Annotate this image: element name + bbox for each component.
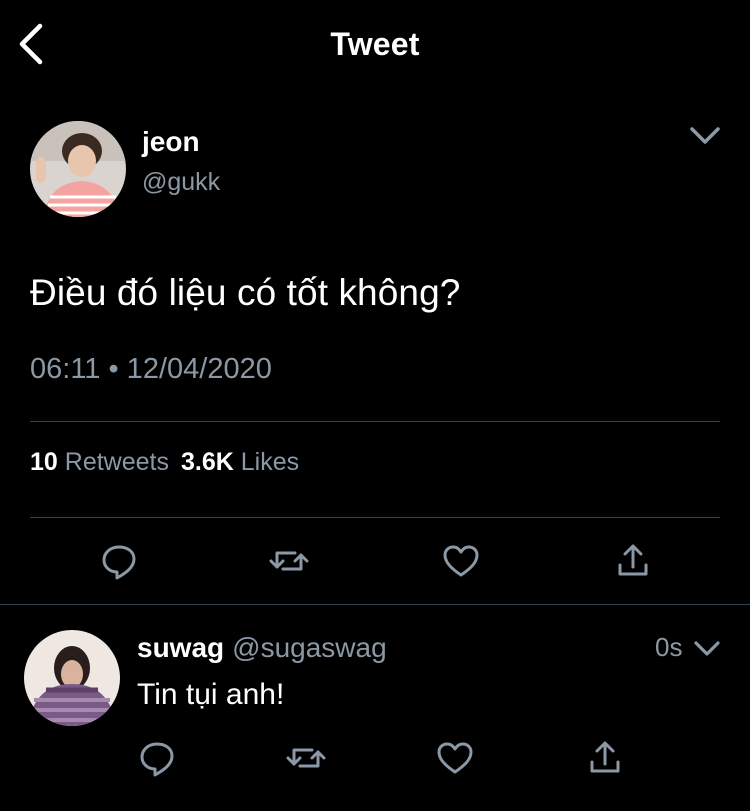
heart-icon <box>443 545 479 577</box>
reply-like-button[interactable] <box>433 736 477 780</box>
reply-share-button[interactable] <box>583 736 627 780</box>
header-bar: Tweet <box>0 0 750 90</box>
likes-label: Likes <box>240 448 300 476</box>
avatar-image <box>30 121 126 217</box>
share-icon <box>618 544 648 576</box>
share-button[interactable] <box>611 539 655 583</box>
retweet-icon <box>286 748 326 768</box>
reply-reply-button[interactable] <box>135 736 179 780</box>
divider <box>30 421 720 422</box>
share-icon <box>590 741 620 773</box>
reply-avatar[interactable] <box>24 630 120 726</box>
tweet-stats: 10 Retweets 3.6K Likes <box>30 448 299 477</box>
avatar[interactable] <box>30 121 126 217</box>
likes-stat[interactable]: 3.6K Likes <box>181 448 299 476</box>
retweet-icon <box>269 551 309 571</box>
reply-author-name: suwag <box>137 632 225 663</box>
reply-bubble-icon <box>102 545 136 580</box>
page-title: Tweet <box>330 26 420 62</box>
tweet-timestamp: 06:11 • 12/04/2020 <box>30 353 272 385</box>
reply-author-handle: @sugaswag <box>232 632 387 663</box>
tweet-detail-screen: Tweet jeon @gukk Điều đó liệu có tốt khô… <box>0 0 750 811</box>
retweet-button[interactable] <box>267 539 311 583</box>
reply-more-options-button[interactable] <box>692 637 722 661</box>
reply-text: Tin tụi anh! <box>137 678 285 711</box>
reply-author[interactable]: suwag @sugaswag <box>137 632 387 664</box>
more-options-button[interactable] <box>688 122 722 150</box>
retweets-stat[interactable]: 10 Retweets <box>30 448 169 476</box>
reply-button[interactable] <box>97 539 141 583</box>
retweets-count: 10 <box>30 448 58 476</box>
retweets-label: Retweets <box>64 448 169 476</box>
reply-retweet-button[interactable] <box>284 736 328 780</box>
avatar-image <box>24 630 120 726</box>
likes-count: 3.6K <box>180 448 234 476</box>
heart-icon <box>437 742 473 774</box>
reply-bubble-icon <box>140 742 174 777</box>
tweet-text: Điều đó liệu có tốt không? <box>30 272 461 313</box>
divider <box>30 517 720 518</box>
author-name[interactable]: jeon <box>142 126 200 158</box>
divider <box>0 604 750 605</box>
chevron-down-icon <box>690 127 720 144</box>
reply-timestamp: 0s <box>655 632 683 662</box>
author-handle[interactable]: @gukk <box>142 168 220 197</box>
chevron-down-icon <box>694 641 720 656</box>
like-button[interactable] <box>439 539 483 583</box>
